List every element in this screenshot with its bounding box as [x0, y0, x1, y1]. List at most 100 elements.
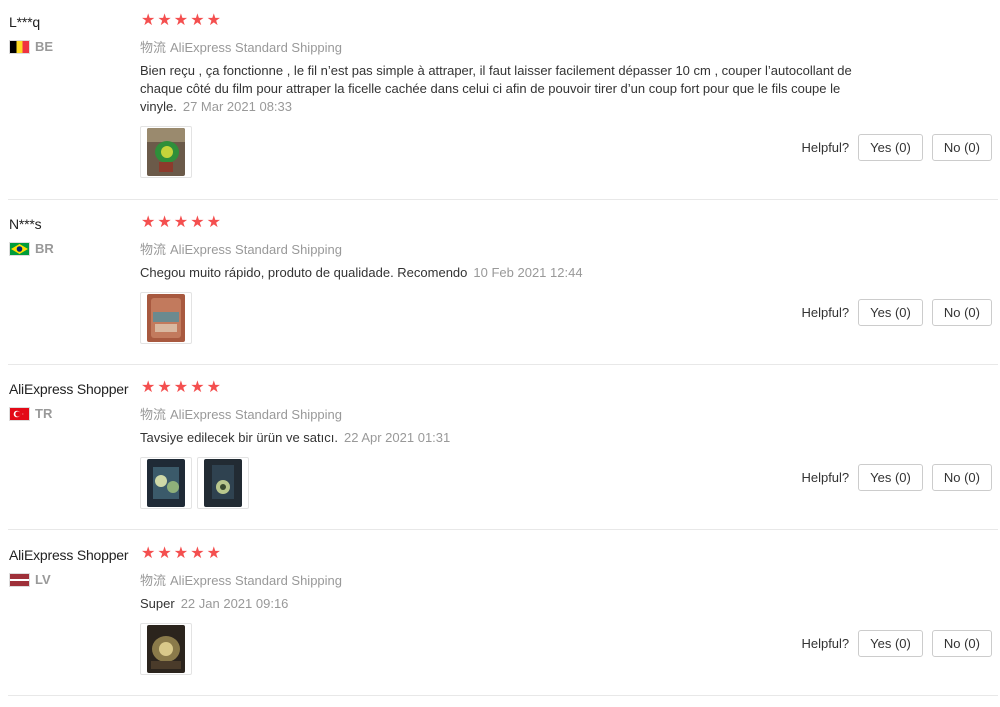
- review-content: Bien reçu , ça fonctionne , le fil n’est…: [140, 62, 865, 116]
- reviewer-name: L***q: [9, 14, 40, 30]
- helpful-votes: Helpful? Yes (0) No (0): [801, 464, 992, 491]
- star-icon: ★: [173, 12, 189, 29]
- divider: [8, 199, 998, 200]
- shipping-key: 物流: [140, 407, 167, 422]
- review-text: Tavsiye edilecek bir ürün ve satıcı.: [140, 430, 338, 445]
- rating-stars: ★ ★ ★ ★ ★: [140, 12, 222, 30]
- photo-icon: [204, 459, 242, 507]
- star-icon: ★: [141, 214, 156, 231]
- review-date: 10 Feb 2021 12:44: [473, 265, 583, 280]
- divider: [8, 529, 998, 530]
- star-icon: ★: [190, 545, 205, 562]
- helpful-no-button[interactable]: No (0): [931, 464, 992, 491]
- rating-stars: ★ ★ ★ ★ ★: [140, 379, 222, 397]
- country-code: BR: [35, 241, 54, 256]
- review-date: 27 Mar 2021 08:33: [182, 99, 292, 114]
- helpful-yes-button[interactable]: Yes (0): [858, 630, 923, 657]
- reviewer-country: LV: [9, 572, 51, 587]
- reviewer-name: N***s: [9, 216, 42, 232]
- review-photos: [140, 457, 249, 509]
- review-text: Super: [140, 596, 175, 611]
- reviewer-country: TR: [9, 406, 52, 421]
- reviewer-country: BE: [9, 39, 53, 54]
- helpful-votes: Helpful? Yes (0) No (0): [801, 134, 992, 161]
- shipping-method: AliExpress Standard Shipping: [170, 40, 343, 55]
- photo-icon: [147, 128, 185, 176]
- shipping-info: 物流 AliExpress Standard Shipping: [140, 404, 342, 423]
- star-icon: ★: [190, 379, 205, 396]
- star-icon: ★: [173, 214, 189, 231]
- reviewer-name: AliExpress Shopper: [9, 381, 129, 397]
- star-icon: ★: [157, 214, 172, 231]
- photo-icon: [147, 459, 185, 507]
- helpful-yes-button[interactable]: Yes (0): [858, 299, 923, 326]
- review-date: 22 Apr 2021 01:31: [343, 430, 451, 445]
- review-photo[interactable]: [197, 457, 249, 509]
- star-icon: ★: [157, 12, 172, 29]
- helpful-no-button[interactable]: No (0): [931, 630, 992, 657]
- review-date: 22 Jan 2021 09:16: [180, 596, 289, 611]
- helpful-no-button[interactable]: No (0): [931, 134, 992, 161]
- shipping-key: 物流: [140, 573, 167, 588]
- review-photos: [140, 126, 192, 178]
- shipping-info: 物流 AliExpress Standard Shipping: [140, 37, 342, 56]
- photo-icon: [147, 294, 185, 342]
- country-code: TR: [35, 406, 53, 421]
- divider: [8, 695, 998, 696]
- review-photos: [140, 292, 192, 344]
- country-code: LV: [35, 572, 51, 587]
- star-icon: ★: [173, 545, 189, 562]
- star-icon: ★: [190, 214, 205, 231]
- rating-stars: ★ ★ ★ ★ ★: [140, 545, 222, 563]
- star-icon: ★: [206, 545, 221, 562]
- star-icon: ★: [141, 545, 156, 562]
- helpful-yes-button[interactable]: Yes (0): [858, 134, 923, 161]
- helpful-label: Helpful?: [801, 140, 850, 155]
- reviewer-country: BR: [9, 241, 54, 256]
- star-icon: ★: [206, 379, 221, 396]
- country-code: BE: [35, 39, 54, 54]
- review-text: Chegou muito rápido, produto de qualidad…: [140, 265, 468, 280]
- star-icon: ★: [206, 12, 221, 29]
- helpful-label: Helpful?: [801, 636, 850, 651]
- shipping-method: AliExpress Standard Shipping: [170, 407, 343, 422]
- shipping-info: 物流 AliExpress Standard Shipping: [140, 570, 342, 589]
- review-item: L***q BE ★ ★ ★ ★ ★ 物流 AliExpress Standard Shi…: [0, 0, 1000, 200]
- review-content: Super 22 Jan 2021 09:16: [140, 595, 865, 613]
- helpful-label: Helpful?: [801, 470, 850, 485]
- star-icon: ★: [190, 12, 205, 29]
- reviewer-name: AliExpress Shopper: [9, 547, 129, 563]
- flag-be-icon: [9, 39, 30, 54]
- helpful-no-button[interactable]: No (0): [931, 299, 992, 326]
- photo-icon: [147, 625, 185, 673]
- review-item: AliExpress Shopper LV ★ ★ ★ ★ ★ 物流 AliExpress…: [0, 533, 1000, 696]
- star-icon: ★: [173, 379, 189, 396]
- review-photos: [140, 623, 192, 675]
- review-item: AliExpress Shopper TR ★ ★ ★ ★ ★ 物流 AliExpress…: [0, 367, 1000, 530]
- shipping-key: 物流: [140, 242, 167, 257]
- shipping-method: AliExpress Standard Shipping: [170, 242, 343, 257]
- helpful-votes: Helpful? Yes (0) No (0): [801, 630, 992, 657]
- review-item: N***s BR ★ ★ ★ ★ ★ 物流 AliExpress Standard Shi…: [0, 202, 1000, 365]
- review-photo[interactable]: [140, 623, 192, 675]
- rating-stars: ★ ★ ★ ★ ★: [140, 214, 222, 232]
- divider: [8, 364, 998, 365]
- review-photo[interactable]: [140, 292, 192, 344]
- star-icon: ★: [157, 545, 172, 562]
- shipping-info: 物流 AliExpress Standard Shipping: [140, 239, 342, 258]
- helpful-votes: Helpful? Yes (0) No (0): [801, 299, 992, 326]
- flag-br-icon: [9, 241, 30, 256]
- review-content: Chegou muito rápido, produto de qualidad…: [140, 264, 865, 282]
- star-icon: ★: [141, 379, 156, 396]
- flag-lv-icon: [9, 572, 30, 587]
- shipping-key: 物流: [140, 40, 167, 55]
- review-photo[interactable]: [140, 126, 192, 178]
- review-content: Tavsiye edilecek bir ürün ve satıcı. 22 A…: [140, 429, 865, 447]
- helpful-yes-button[interactable]: Yes (0): [858, 464, 923, 491]
- star-icon: ★: [157, 379, 172, 396]
- star-icon: ★: [206, 214, 221, 231]
- shipping-method: AliExpress Standard Shipping: [170, 573, 343, 588]
- helpful-label: Helpful?: [801, 305, 850, 320]
- review-photo[interactable]: [140, 457, 192, 509]
- flag-tr-icon: [9, 406, 30, 421]
